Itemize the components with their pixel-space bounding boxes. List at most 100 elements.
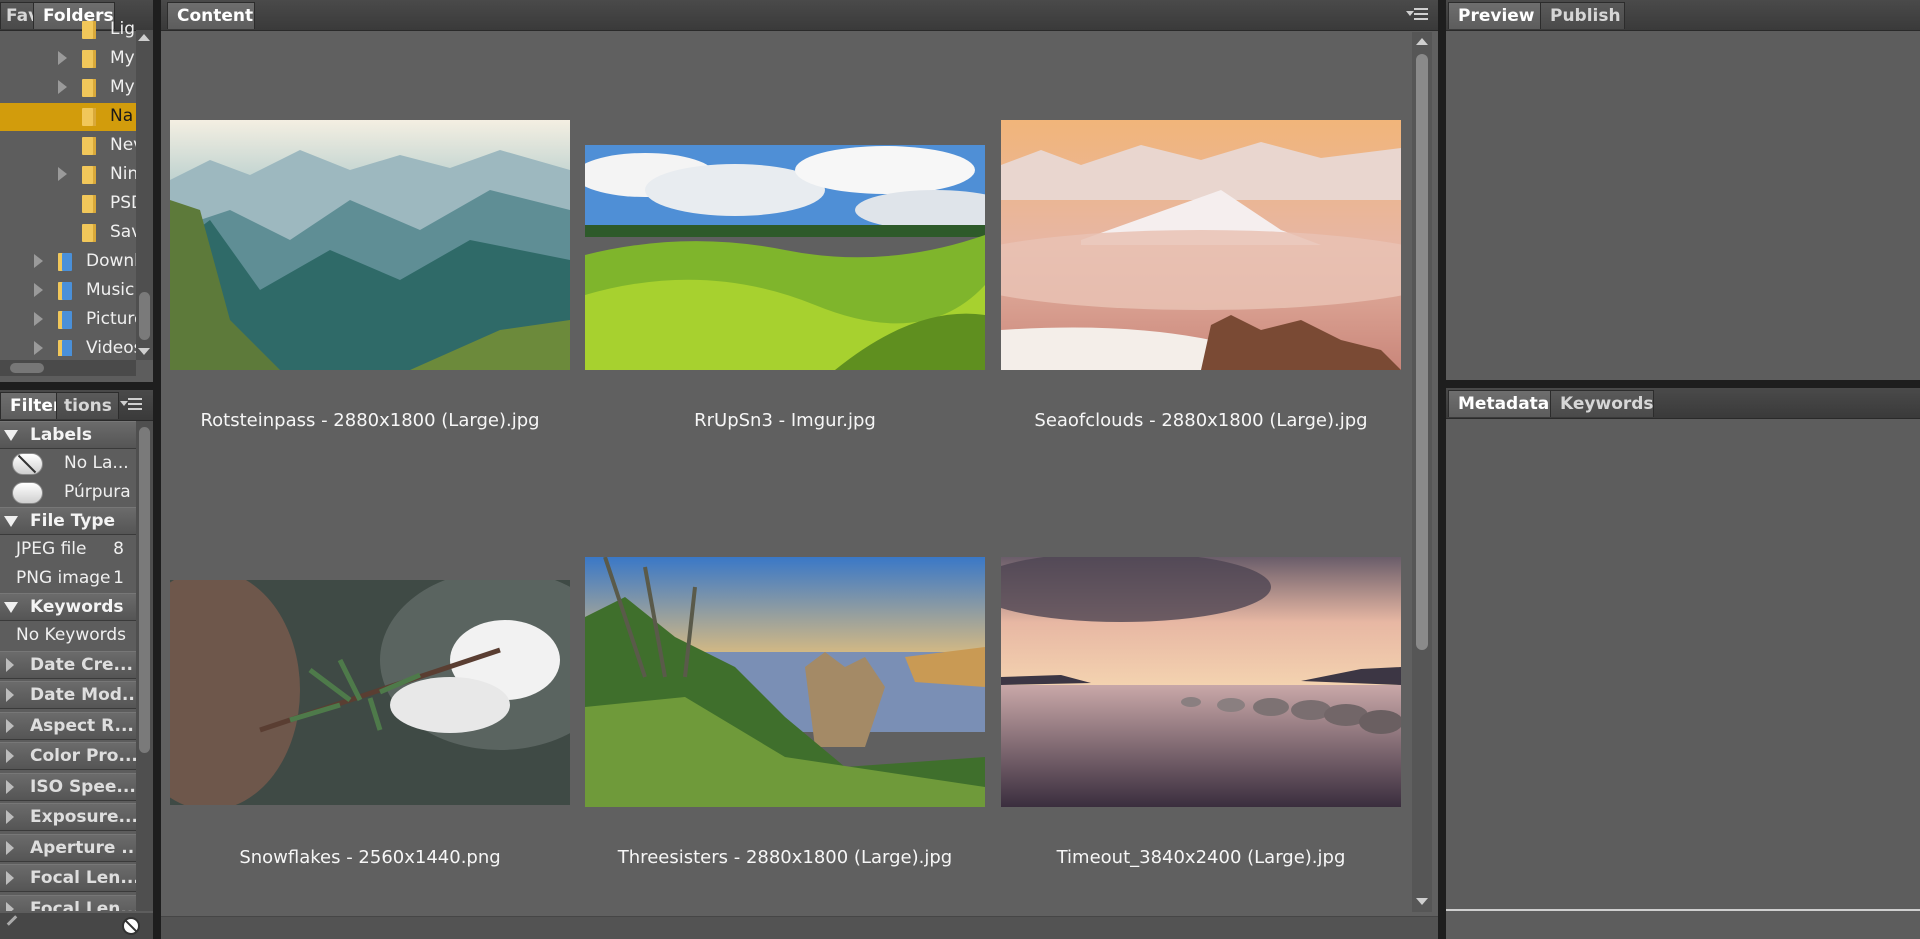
scroll-up-icon[interactable]: [138, 34, 150, 41]
filter-section-collapsed[interactable]: Focal Len...: [0, 894, 136, 912]
expand-arrow-icon[interactable]: [6, 840, 14, 855]
folder-tree-item[interactable]: Sav: [0, 219, 136, 247]
folder-icon: [58, 253, 72, 271]
folder-icon: [82, 137, 96, 155]
content-tabbar: Content: [161, 0, 1438, 31]
scroll-up-icon[interactable]: [1416, 38, 1428, 45]
filter-section-label: Focal Len...: [30, 898, 136, 912]
expand-arrow-icon[interactable]: [34, 254, 43, 268]
thumbnail-threesisters[interactable]: [585, 557, 985, 807]
filter-item-count: 8: [113, 539, 124, 559]
expand-arrow-icon[interactable]: [6, 749, 14, 763]
expand-arrow-icon[interactable]: [6, 810, 14, 824]
clear-filter-icon[interactable]: [122, 917, 140, 935]
expand-arrow-icon[interactable]: [34, 341, 43, 355]
filter-section-label: Color Pro...: [30, 746, 136, 766]
filter-section-collapsed[interactable]: Date Cre...: [0, 650, 136, 679]
filter-section-collapsed[interactable]: Exposure...: [0, 803, 136, 831]
folder-tree-item[interactable]: Videos: [0, 335, 136, 356]
tab-content[interactable]: Content: [167, 2, 255, 29]
filter-section-label: Focal Len...: [30, 868, 136, 888]
folder-icon: [82, 224, 96, 242]
folder-tree-item[interactable]: Nev: [0, 132, 136, 160]
collapse-arrow-icon[interactable]: [4, 602, 18, 613]
pin-icon[interactable]: [6, 915, 18, 926]
expand-arrow-icon[interactable]: [58, 51, 67, 65]
folder-tree-hscrollbar[interactable]: [0, 360, 136, 376]
content-scrollbar[interactable]: [1412, 32, 1432, 912]
folder-tree-item[interactable]: Na: [0, 103, 136, 131]
folder-tree-scroll-thumb[interactable]: [139, 292, 150, 340]
scroll-down-icon[interactable]: [138, 348, 150, 355]
tab-preview[interactable]: Preview: [1448, 2, 1541, 29]
expand-arrow-icon[interactable]: [34, 312, 43, 326]
filter-item[interactable]: No La...: [0, 450, 136, 478]
filter-section-labels[interactable]: Labels: [0, 421, 136, 449]
expand-arrow-icon[interactable]: [6, 688, 14, 702]
thumbnail-timeout[interactable]: [1001, 557, 1401, 807]
filter-scroll-thumb[interactable]: [139, 427, 150, 753]
filter-section-file-type[interactable]: File Type: [0, 507, 136, 535]
expand-arrow-icon[interactable]: [58, 80, 67, 94]
folder-tree-item[interactable]: PSD: [0, 190, 136, 218]
filter-section-collapsed[interactable]: Date Mod...: [0, 681, 136, 709]
folder-label: Sav: [110, 222, 136, 242]
thumbnail-rotsteinpass[interactable]: [170, 120, 570, 370]
tab-collections[interactable]: tions: [56, 392, 119, 419]
filter-item-label: No La...: [64, 453, 129, 473]
tab-publish[interactable]: Publish: [1540, 2, 1625, 29]
filter-item[interactable]: PNG image 1: [0, 565, 136, 593]
folder-tree-item[interactable]: Downl: [0, 248, 136, 276]
scroll-down-icon[interactable]: [1416, 898, 1428, 905]
filter-section-keywords[interactable]: Keywords: [0, 593, 136, 621]
thumbnail-seaofclouds[interactable]: [1001, 120, 1401, 370]
folder-tree-item[interactable]: Music: [0, 277, 136, 305]
filter-item[interactable]: No Keywords: [0, 622, 136, 650]
filter-section-collapsed[interactable]: Aperture ...: [0, 833, 136, 862]
filter-section-label: Labels: [30, 425, 92, 445]
folder-tree-hscroll-thumb[interactable]: [10, 363, 44, 373]
expand-arrow-icon[interactable]: [6, 871, 14, 885]
filter-section-collapsed[interactable]: Color Pro...: [0, 742, 136, 770]
filter-item-label: No Keywords: [16, 625, 126, 645]
folder-label: My: [110, 77, 135, 97]
tab-keywords[interactable]: Keywords: [1550, 390, 1654, 417]
mountain-image: [170, 120, 570, 370]
folder-icon: [82, 50, 96, 68]
expand-arrow-icon[interactable]: [6, 901, 14, 911]
expand-arrow-icon[interactable]: [6, 718, 14, 733]
thumbnail-snowflakes[interactable]: [170, 580, 570, 805]
expand-arrow-icon[interactable]: [6, 657, 14, 672]
expand-arrow-icon[interactable]: [58, 167, 67, 181]
folder-tree-item[interactable]: Picture: [0, 306, 136, 334]
content-scroll-thumb[interactable]: [1416, 54, 1428, 650]
filter-section-collapsed[interactable]: ISO Spee...: [0, 772, 136, 801]
folder-tree-item[interactable]: My: [0, 74, 136, 102]
tab-metadata[interactable]: Metadata: [1448, 390, 1551, 417]
content-footer: [161, 916, 1438, 939]
folder-tree-scrollbar[interactable]: [136, 30, 153, 360]
filter-section-label: Date Cre...: [30, 654, 133, 675]
expand-arrow-icon[interactable]: [34, 283, 43, 297]
folder-tree-item[interactable]: My: [0, 45, 136, 73]
filter-item[interactable]: Púrpura: [0, 479, 136, 507]
thumbnail-caption: Snowflakes - 2560x1440.png: [239, 847, 501, 868]
filter-scrollbar[interactable]: [136, 421, 153, 911]
preview-panel: Preview Publish: [1446, 0, 1920, 380]
filter-section-collapsed[interactable]: Aspect R...: [0, 711, 136, 740]
collapse-arrow-icon[interactable]: [4, 516, 18, 527]
content-panel-menu-icon[interactable]: [1406, 8, 1428, 22]
folder-icon: [58, 311, 72, 329]
folder-tree-item[interactable]: Nin: [0, 161, 136, 189]
filter-item[interactable]: JPEG file 8: [0, 536, 136, 564]
collapse-arrow-icon[interactable]: [4, 430, 18, 441]
filter-section-collapsed[interactable]: Focal Len...: [0, 864, 136, 892]
folder-label: Nin: [110, 164, 136, 184]
folder-icon: [82, 195, 96, 213]
thumbnail-rrupsn3[interactable]: [585, 145, 985, 370]
folder-tree-item[interactable]: Lig: [0, 16, 136, 44]
filter-panel-menu-icon[interactable]: [120, 398, 142, 412]
filter-section-label: Date Mod...: [30, 685, 136, 705]
expand-arrow-icon[interactable]: [6, 779, 14, 794]
tab-filter[interactable]: Filter: [0, 392, 57, 419]
